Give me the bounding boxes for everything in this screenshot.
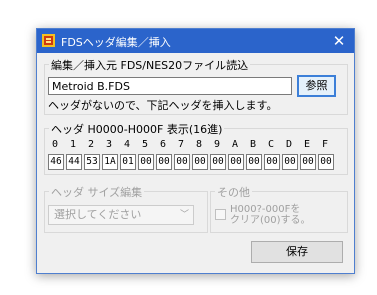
hex-column-label: F bbox=[322, 139, 329, 150]
hex-byte-field[interactable]: 00 bbox=[246, 154, 262, 170]
window-title: FDSヘッダ編集／挿入 bbox=[61, 36, 171, 49]
hex-byte-field[interactable]: 00 bbox=[138, 154, 154, 170]
hex-byte-field[interactable]: 1A bbox=[102, 154, 118, 170]
close-icon[interactable]: ✕ bbox=[324, 29, 354, 53]
other-group-label: その他 bbox=[215, 184, 252, 200]
hex-byte-field[interactable]: 00 bbox=[156, 154, 172, 170]
hex-byte-field[interactable]: 44 bbox=[66, 154, 82, 170]
hex-column-label: E bbox=[304, 139, 311, 150]
hex-byte-field[interactable]: 00 bbox=[210, 154, 226, 170]
chevron-down-icon: ﹀ bbox=[179, 210, 189, 220]
hex-column-label: 5 bbox=[142, 139, 149, 150]
hex-byte-field[interactable]: 01 bbox=[120, 154, 136, 170]
clear-checkbox[interactable] bbox=[215, 209, 226, 220]
hex-byte-field[interactable]: 00 bbox=[318, 154, 334, 170]
size-select[interactable]: 選択してください ﹀ bbox=[48, 205, 194, 225]
hex-byte-field[interactable]: 00 bbox=[174, 154, 190, 170]
hex-column-label: C bbox=[268, 139, 275, 150]
hex-column-label: D bbox=[286, 139, 293, 150]
app-icon bbox=[42, 34, 55, 47]
hex-column-label: 9 bbox=[214, 139, 221, 150]
clear-checkbox-label-2: クリア(00)する。 bbox=[230, 215, 311, 226]
size-edit-group-label: ヘッダ サイズ編集 bbox=[49, 184, 145, 200]
hex-column-label: 4 bbox=[124, 139, 131, 150]
hex-column-label: 8 bbox=[196, 139, 203, 150]
save-button[interactable]: 保存 bbox=[251, 241, 343, 263]
status-text: ヘッダがないので、下記ヘッダを挿入します。 bbox=[48, 99, 278, 112]
hex-column-label: 3 bbox=[106, 139, 113, 150]
source-group-label: 編集／挿入元 FDS/NES20ファイル読込 bbox=[49, 57, 251, 73]
hex-byte-field[interactable]: 00 bbox=[300, 154, 316, 170]
hex-byte-field[interactable]: 00 bbox=[264, 154, 280, 170]
header-group-label: ヘッダ H0000-H000F 表示(16進) bbox=[49, 121, 225, 137]
hex-column-label: 6 bbox=[160, 139, 167, 150]
dialog-window: FDSヘッダ編集／挿入 ✕ 編集／挿入元 FDS/NES20ファイル読込 Met… bbox=[36, 28, 355, 274]
hex-column-label: 7 bbox=[178, 139, 185, 150]
size-select-value: 選択してください bbox=[54, 208, 142, 221]
hex-column-label: 2 bbox=[88, 139, 95, 150]
hex-column-label: 1 bbox=[70, 139, 77, 150]
hex-byte-field[interactable]: 46 bbox=[48, 154, 64, 170]
filename-field[interactable]: Metroid B.FDS bbox=[48, 77, 292, 95]
hex-column-label: 0 bbox=[52, 139, 59, 150]
hex-byte-field[interactable]: 00 bbox=[192, 154, 208, 170]
hex-byte-field[interactable]: 00 bbox=[228, 154, 244, 170]
clear-checkbox-label-1: H000?-000Fを bbox=[230, 204, 301, 215]
hex-column-label: B bbox=[250, 139, 257, 150]
title-bar[interactable]: FDSヘッダ編集／挿入 ✕ bbox=[37, 29, 354, 53]
hex-byte-field[interactable]: 00 bbox=[282, 154, 298, 170]
browse-button[interactable]: 参照 bbox=[297, 75, 336, 97]
hex-byte-field[interactable]: 53 bbox=[84, 154, 100, 170]
hex-column-label: A bbox=[232, 139, 239, 150]
